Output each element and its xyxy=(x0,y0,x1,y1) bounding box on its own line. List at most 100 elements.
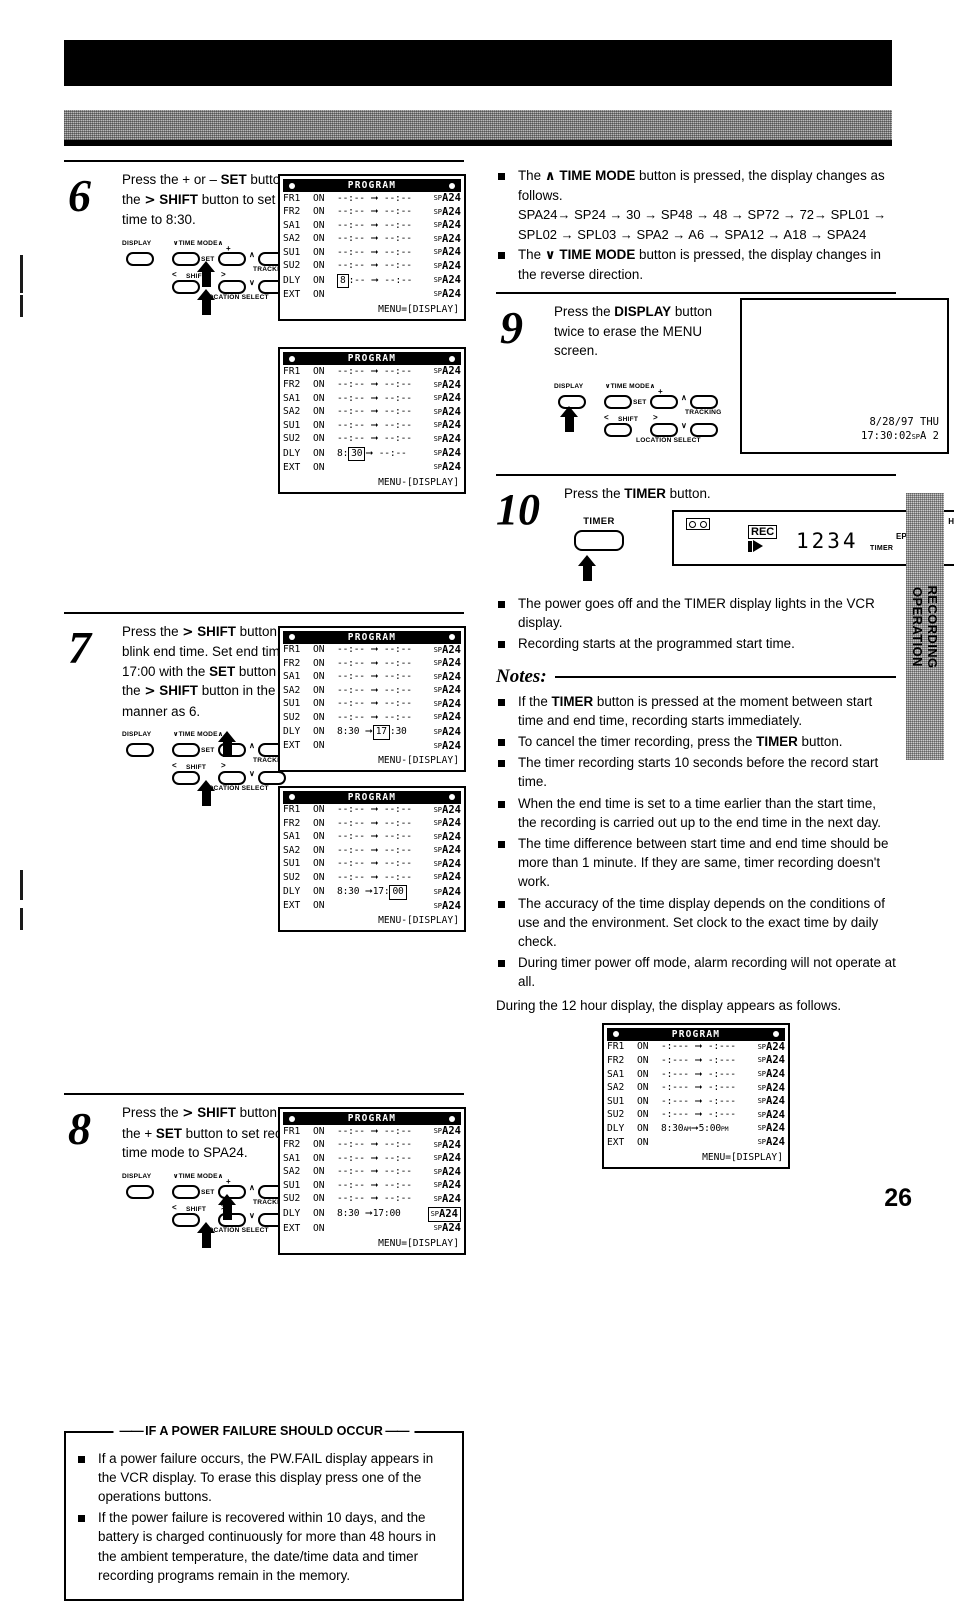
pad-label-plus: + xyxy=(658,386,663,396)
program-title-bar: PROGRAM xyxy=(607,1027,785,1041)
pad-label-plus: + xyxy=(226,243,231,253)
program-title-bar: PROGRAM xyxy=(283,1112,461,1125)
step-6-number: 6 xyxy=(68,170,91,221)
set-plus-button[interactable] xyxy=(650,394,678,409)
program-screen-8: PROGRAM FR1 ON --:-- ➞ --:-- SPA24 FR2 ON --:… xyxy=(278,1107,466,1255)
program-row: SA2 ON --:-- ➞ --:-- SPA24 xyxy=(283,1165,461,1178)
caret-up-icon: ∧ xyxy=(544,169,556,184)
pad-label-set: SET xyxy=(201,1188,215,1196)
list-item: If the power failure is recovered within… xyxy=(76,1508,452,1585)
time-mode-down-button[interactable] xyxy=(604,394,632,409)
list-item-time-mode-down: The ∨ TIME MODE button is pressed, the d… xyxy=(496,245,896,284)
power-failure-title: —— IF A POWER FAILURE SHOULD OCCUR —— xyxy=(113,1423,415,1438)
tracking-down-button[interactable] xyxy=(690,422,718,437)
right-divider-2 xyxy=(496,474,896,476)
title-dot-left xyxy=(289,794,295,800)
program-title-text: PROGRAM xyxy=(347,631,397,643)
program-row: SU2 ON --:-- ➞ --:-- SPA24 xyxy=(283,1192,461,1205)
program-row: SA2 ON --:-- ➞ --:-- SPA24 xyxy=(283,405,461,418)
list-item: The time difference between start time a… xyxy=(496,834,896,892)
program-screen-7a: PROGRAM FR1 ON --:-- ➞ --:-- SPA24 FR2 ON --:… xyxy=(278,625,466,773)
program-row: SA2 ON --:-- ➞ --:-- SPA24 xyxy=(283,684,461,697)
list-item-time-mode-up: The ∧ TIME MODE button is pressed, the d… xyxy=(496,166,896,245)
right-column: The ∧ TIME MODE button is pressed, the d… xyxy=(496,166,954,1169)
notes-rule xyxy=(554,675,896,678)
pad-label-shift-right: > xyxy=(653,412,658,422)
display-button[interactable] xyxy=(126,743,154,757)
time-mode-down-button[interactable] xyxy=(172,251,200,266)
program-title-text: PROGRAM xyxy=(347,353,397,364)
program-row-ext: EXT ON SPA24 xyxy=(283,739,461,752)
program-footer: MENU-[DISPLAY] xyxy=(378,915,459,927)
pad-label-display: DISPLAY xyxy=(122,731,152,738)
program-row: FR1 ON --:-- ➞ --:-- SPA24 xyxy=(283,192,461,204)
program-row: SA2 ON -:--- ➞ -:--- SPA24 xyxy=(607,1081,785,1094)
caret-down-icon: ∨ xyxy=(544,247,556,263)
notes-heading: Notes: xyxy=(496,666,896,688)
list-item: Recording starts at the programmed start… xyxy=(496,634,896,653)
program-row: SA1 ON --:-- ➞ --:-- SPA24 xyxy=(283,670,461,683)
program-row: SU1 ON --:-- ➞ --:-- SPA24 xyxy=(283,1179,461,1192)
program-row: SA1 ON --:-- ➞ --:-- SPA24 xyxy=(283,830,461,843)
shift-left-button[interactable] xyxy=(172,1212,200,1227)
program-row-dly: DLY ON 8:30AM➞5:00PM SPA24 xyxy=(607,1122,785,1135)
scan-artifact xyxy=(20,295,23,317)
step-9: 9 Press the DISPLAY button twice to eras… xyxy=(496,294,949,468)
program-title-bar: PROGRAM xyxy=(283,352,461,365)
pad-label-shift: SHIFT xyxy=(186,1205,207,1213)
shift-right-button[interactable] xyxy=(650,422,678,437)
pad-label-shift-right: > xyxy=(221,269,226,279)
display-button[interactable] xyxy=(126,251,154,266)
shift-left-button[interactable] xyxy=(172,279,200,294)
button-pad-step9: DISPLAY ∨TIME MODE∧ SET + < SHIFT > ∧ TR… xyxy=(554,382,724,449)
pad-label-display: DISPLAY xyxy=(122,239,152,247)
step-7-number: 7 xyxy=(68,621,91,673)
power-failure-list: If a power failure occurs, the PW.FAIL d… xyxy=(76,1449,452,1585)
time-mode-down-button[interactable] xyxy=(172,743,200,757)
tracking-down-button[interactable] xyxy=(258,771,286,785)
list-item: The timer recording starts 10 seconds be… xyxy=(496,753,896,791)
program-row: SU1 ON -:--- ➞ -:--- SPA24 xyxy=(607,1095,785,1108)
scan-artifact xyxy=(20,255,23,293)
tracking-up-button[interactable] xyxy=(690,394,718,409)
pad-label-shift-left: < xyxy=(172,269,177,279)
program-row: SU2 ON -:--- ➞ -:--- SPA24 xyxy=(607,1108,785,1121)
lcd-timer-label: TIMER xyxy=(870,545,894,552)
title-dot-right xyxy=(449,355,455,362)
title-dot-right xyxy=(773,1031,779,1038)
shift-left-button[interactable] xyxy=(604,422,632,437)
set-plus-button[interactable] xyxy=(218,251,246,266)
program-row: SA1 ON --:-- ➞ --:-- SPA24 xyxy=(283,219,461,232)
program-row: SU2 ON --:-- ➞ --:-- SPA24 xyxy=(283,259,461,272)
pad-label-tracking-down: ∨ xyxy=(249,769,256,778)
pad-label-time-mode: ∨TIME MODE∧ xyxy=(173,730,224,738)
pad-label-time-mode: ∨TIME MODE∧ xyxy=(173,1171,224,1180)
display-button[interactable] xyxy=(126,1184,154,1199)
pad-label-shift-left: < xyxy=(172,761,177,770)
step-10: 10 Press the TIMER button. TIMER REC 123… xyxy=(496,484,954,662)
step-9-number: 9 xyxy=(500,302,523,353)
cassette-icon xyxy=(686,518,710,530)
shift-right-button[interactable] xyxy=(218,771,246,785)
shift-right-button[interactable] xyxy=(218,279,246,294)
program-row-dly: DLYON8:30 ➞17:00SPA24 xyxy=(283,1206,461,1223)
side-tab-label: RECORDING OPERATION xyxy=(910,584,940,669)
program-title-text: PROGRAM xyxy=(671,1028,721,1040)
header-texture-bar xyxy=(64,110,892,140)
notes-title: Notes: xyxy=(496,665,547,687)
title-dot-right xyxy=(449,1115,455,1122)
timer-button[interactable] xyxy=(574,530,624,551)
program-row: SA1 ON -:--- ➞ -:--- SPA24 xyxy=(607,1068,785,1081)
program-title-text: PROGRAM xyxy=(347,791,397,803)
ampm-pm: PM xyxy=(720,1124,729,1133)
program-row: FR1 ON --:-- ➞ --:-- SPA24 xyxy=(283,1125,461,1137)
program-footer: MENU=[DISPLAY] xyxy=(378,1237,459,1249)
time-mode-down-button[interactable] xyxy=(172,1184,200,1199)
program-row: SU1 ON --:-- ➞ --:-- SPA24 xyxy=(283,419,461,432)
shift-left-button[interactable] xyxy=(172,771,200,785)
notes-closing: During the 12 hour display, the display … xyxy=(496,997,842,1013)
program-row: FR2 ON --:-- ➞ --:-- SPA24 xyxy=(283,205,461,218)
step-7: 7 Press the > SHIFT button to blink end … xyxy=(64,614,466,1094)
list-item: The power goes off and the TIMER display… xyxy=(496,594,896,632)
program-screen-6b: PROGRAM FR1 ON --:-- ➞ --:-- SPA24 FR2 ON --:… xyxy=(278,347,466,494)
